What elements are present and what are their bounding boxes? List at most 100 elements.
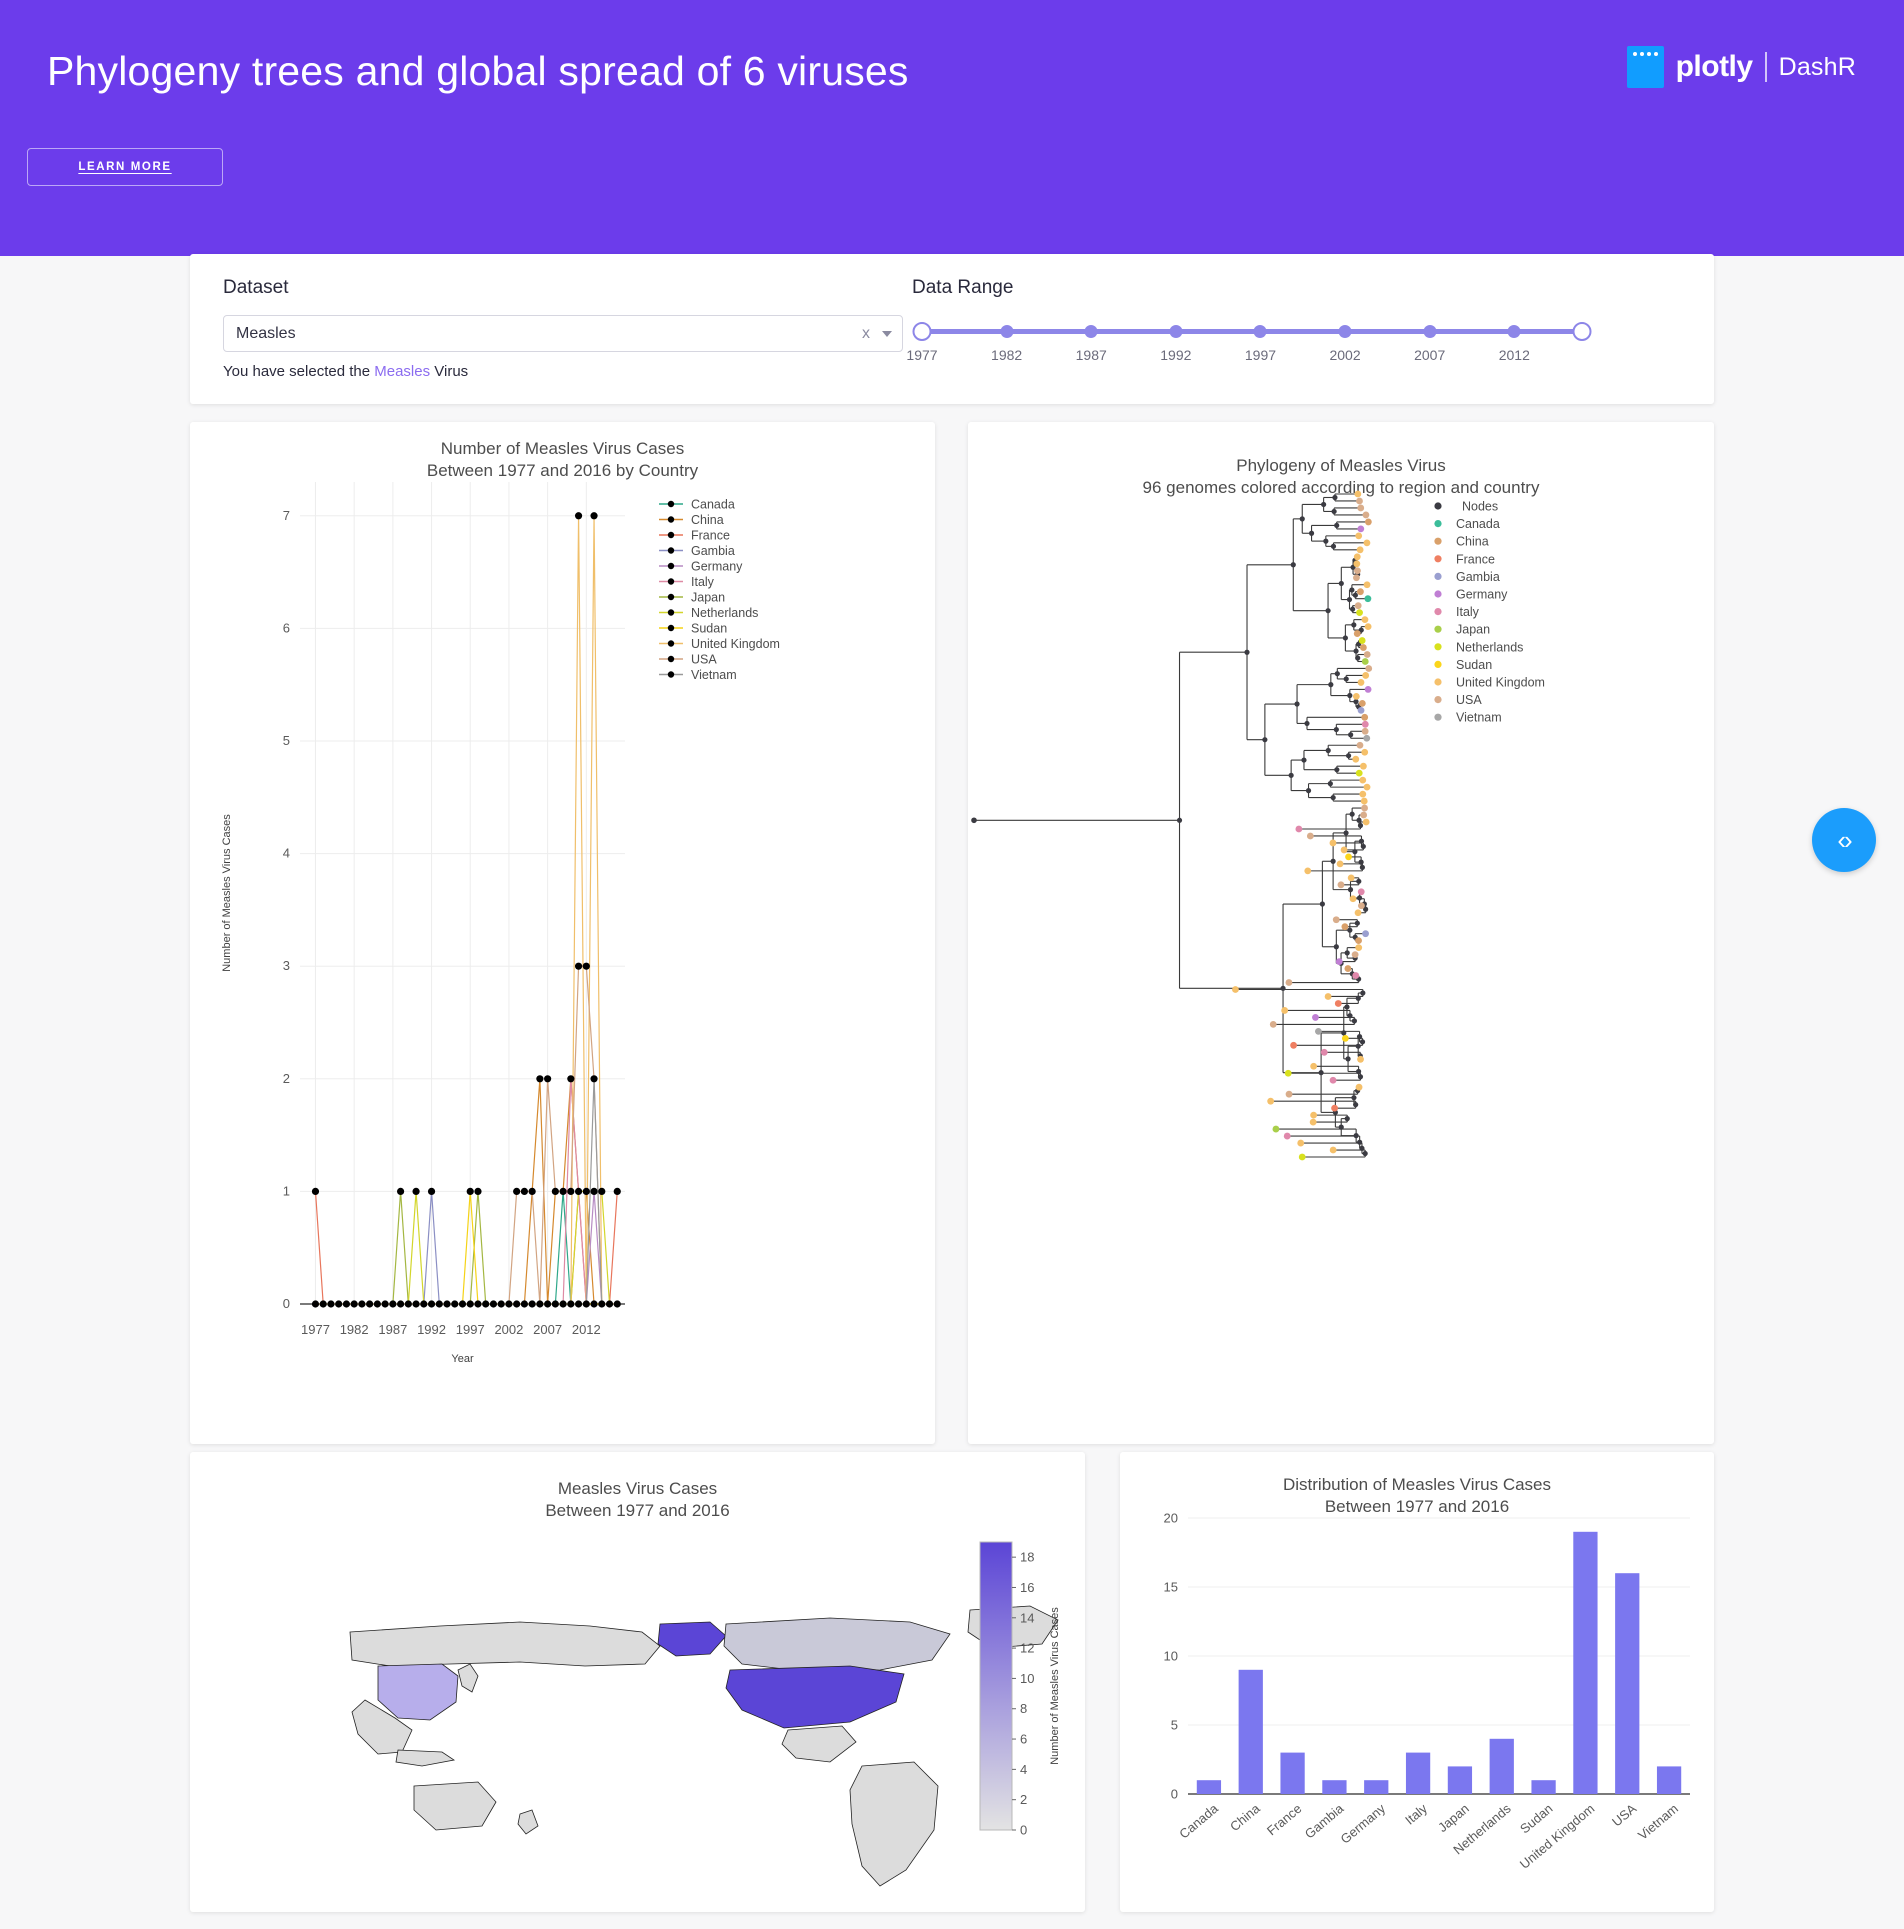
data-point[interactable] (613, 1300, 621, 1308)
tree-tip[interactable] (1356, 609, 1363, 617)
data-point[interactable] (513, 1300, 521, 1308)
data-point[interactable] (412, 1300, 420, 1308)
tree-node[interactable] (1351, 622, 1357, 628)
tree-node[interactable] (1356, 878, 1362, 884)
data-point[interactable] (396, 1187, 405, 1195)
tree-tip[interactable] (1353, 553, 1361, 561)
data-point[interactable] (412, 1187, 420, 1195)
tree-node[interactable] (1359, 1039, 1366, 1045)
year-range-slider[interactable]: 1977 1982 1987 1992 1997 2002 2007 2012 (906, 321, 1612, 367)
tree-tip[interactable] (1361, 713, 1369, 721)
tree-tip[interactable] (1312, 1014, 1319, 1021)
tree-node[interactable] (1343, 830, 1349, 836)
tree-tip[interactable] (1347, 874, 1355, 882)
tree-tip[interactable] (1332, 916, 1340, 924)
tree-tip[interactable] (1329, 1076, 1337, 1084)
data-point[interactable] (366, 1300, 374, 1308)
tree-tip[interactable] (1365, 665, 1373, 672)
tree-node[interactable] (1346, 596, 1353, 603)
tree-tip[interactable] (1357, 888, 1365, 896)
tree-tip[interactable] (1363, 783, 1371, 791)
data-point[interactable] (605, 1300, 614, 1308)
tree-tip[interactable] (1272, 1125, 1280, 1133)
tree-tip[interactable] (1304, 867, 1312, 875)
learn-more-button[interactable]: LEARN MORE (27, 148, 223, 186)
tree-tip[interactable] (1353, 560, 1361, 568)
tree-tip[interactable] (1329, 839, 1337, 847)
tree-node[interactable] (1342, 635, 1348, 641)
data-point[interactable] (311, 1300, 320, 1308)
tree-tip[interactable] (1364, 518, 1372, 526)
tree-tip[interactable] (1310, 1062, 1318, 1070)
tree-tip[interactable] (1352, 755, 1360, 763)
tree-tip[interactable] (1232, 986, 1239, 993)
tree-tip[interactable] (1337, 881, 1345, 889)
data-point[interactable] (381, 1300, 389, 1308)
tree-node[interactable] (1330, 543, 1337, 549)
map-country-usa[interactable] (725, 1665, 905, 1729)
tree-tip[interactable] (1284, 1069, 1292, 1077)
data-point[interactable] (520, 1300, 529, 1308)
tree-node[interactable] (1308, 530, 1315, 536)
data-point[interactable] (551, 1300, 559, 1308)
tree-node[interactable] (1352, 592, 1358, 598)
tree-node[interactable] (1350, 606, 1356, 612)
tree-tip[interactable] (1355, 944, 1363, 952)
tree-tip[interactable] (1336, 860, 1344, 868)
tree-node[interactable] (1356, 895, 1363, 901)
tree-tip[interactable] (1364, 595, 1372, 603)
tree-tip[interactable] (1357, 588, 1364, 596)
tree-node[interactable] (1325, 747, 1331, 754)
bar[interactable] (1238, 1669, 1263, 1794)
tree-node[interactable] (1362, 1150, 1368, 1157)
bar[interactable] (1573, 1531, 1598, 1794)
data-point[interactable] (536, 1075, 544, 1083)
data-point[interactable] (451, 1300, 459, 1308)
data-point[interactable] (567, 1075, 575, 1083)
tree-tip[interactable] (1355, 769, 1363, 777)
tree-node[interactable] (1344, 1116, 1350, 1122)
map-plot[interactable]: 0 2 4 6 8 10 12 14 16 18 Number of Measles Virus C… (190, 1514, 1085, 1904)
tree-tip[interactable] (1298, 1153, 1306, 1161)
tree-tip[interactable] (1290, 1041, 1297, 1049)
tree-tip[interactable] (1353, 630, 1361, 637)
tree-node[interactable] (1323, 538, 1329, 544)
tree-node[interactable] (1331, 508, 1337, 515)
data-point[interactable] (559, 1187, 567, 1195)
tree-tip[interactable] (1363, 734, 1371, 742)
data-point[interactable] (373, 1300, 381, 1308)
tree-node[interactable] (1294, 701, 1300, 707)
tree-tip[interactable] (1357, 1055, 1364, 1063)
tree-tip[interactable] (1357, 679, 1365, 686)
data-point[interactable] (544, 1075, 552, 1083)
data-point[interactable] (513, 1187, 521, 1195)
tree-tip[interactable] (1283, 1132, 1291, 1140)
tree-node[interactable] (1349, 587, 1355, 593)
slider-dot[interactable] (1253, 325, 1267, 338)
tree-node[interactable] (1334, 522, 1340, 529)
bar[interactable] (1322, 1780, 1347, 1794)
tree-tip[interactable] (1329, 1146, 1337, 1154)
data-point[interactable] (574, 1187, 583, 1195)
tree-tip[interactable] (1361, 748, 1369, 756)
tree-node[interactable] (1319, 901, 1325, 907)
tree-node[interactable] (1358, 838, 1365, 844)
tree-node[interactable] (1333, 726, 1339, 733)
data-point[interactable] (574, 1300, 583, 1308)
tree-tip[interactable] (1354, 602, 1362, 610)
tree-tip[interactable] (1364, 686, 1372, 693)
tree-node[interactable] (1351, 1018, 1358, 1024)
data-point[interactable] (420, 1300, 428, 1308)
data-point[interactable] (613, 1187, 621, 1195)
slider-dot[interactable] (1507, 325, 1521, 338)
data-point[interactable] (536, 1300, 544, 1308)
data-point[interactable] (311, 1187, 320, 1195)
phylogeny-plot[interactable]: Nodes Canada China France Gambia Germany Italy… (968, 482, 1714, 1412)
tree-tip[interactable] (1341, 923, 1349, 931)
tree-node[interactable] (1176, 817, 1183, 823)
tree-tip[interactable] (1363, 581, 1371, 589)
tree-tip[interactable] (1353, 574, 1360, 582)
data-point[interactable] (443, 1300, 451, 1308)
data-point[interactable] (590, 1075, 598, 1083)
tree-tip[interactable] (1358, 902, 1365, 910)
